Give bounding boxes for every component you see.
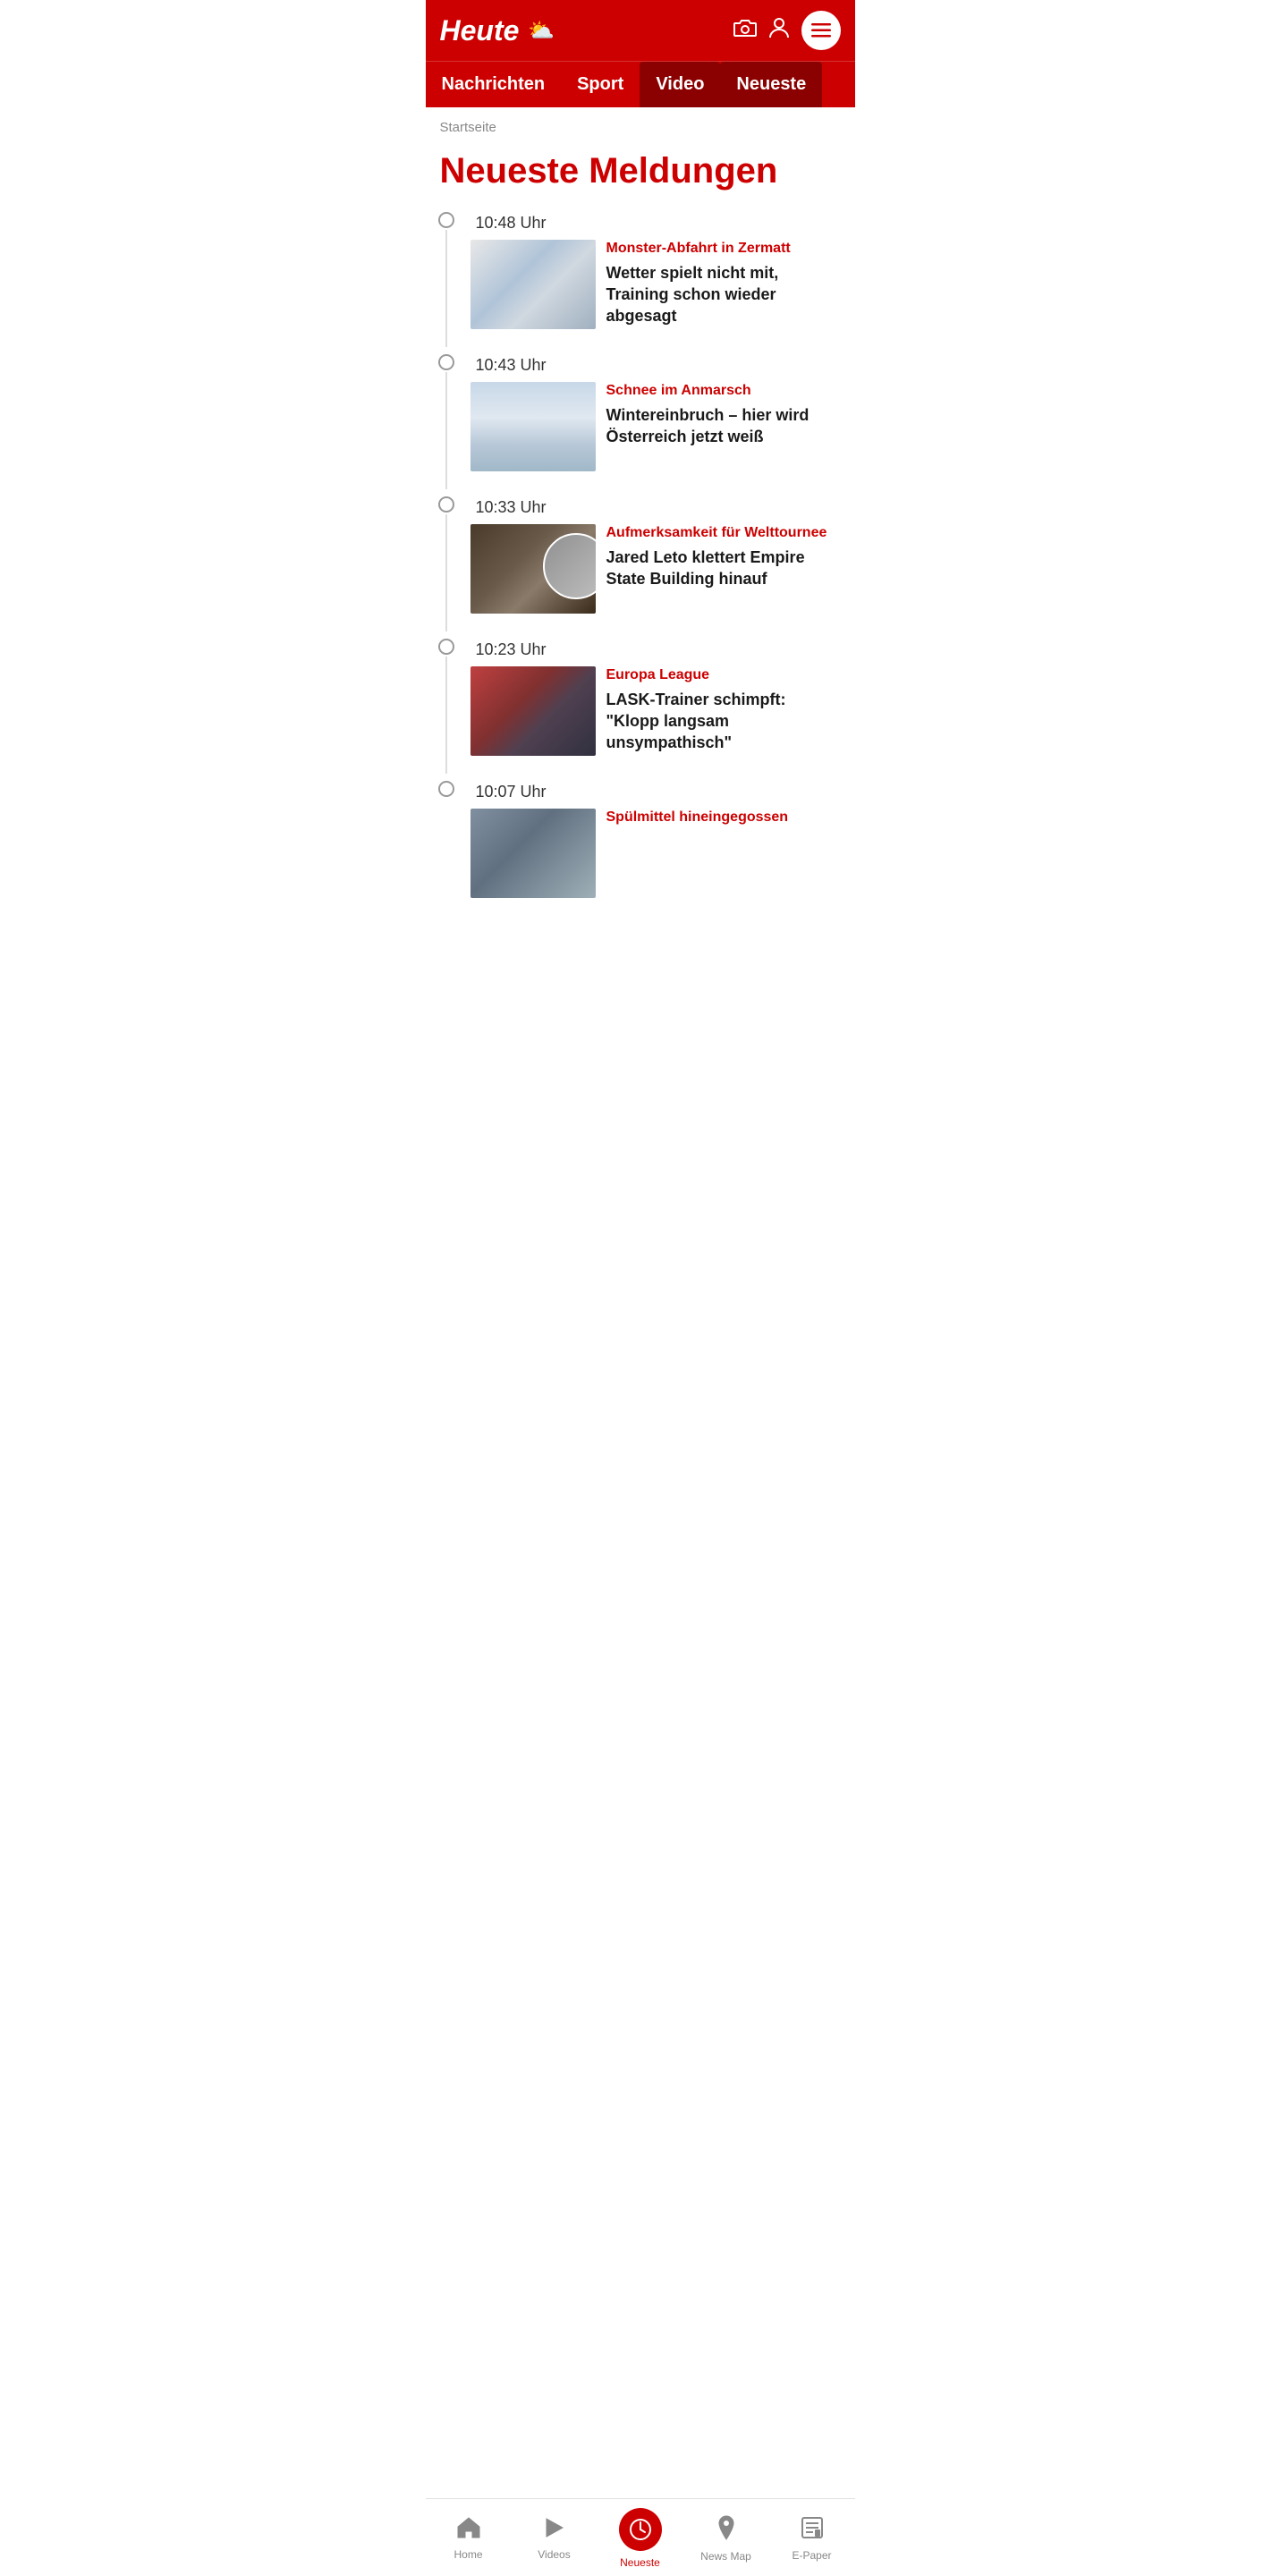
news-card[interactable]: Monster-Abfahrt in Zermatt Wetter spielt… [470,240,855,347]
bottom-nav-neueste-label: Neueste [620,2556,660,2569]
map-pin-icon [716,2515,736,2546]
header-left: Heute ⛅ [440,16,555,45]
timeline-line [445,230,447,347]
news-thumbnail [470,809,596,898]
nav-nachrichten[interactable]: Nachrichten [426,62,562,107]
timeline-item[interactable]: 10:33 Uhr Aufmerksamkeit für Welttournee… [426,496,855,631]
bottom-nav-epaper[interactable]: E-Paper [785,2516,839,2562]
timeline-dot [438,639,454,655]
page-title: Neueste Meldungen [426,142,855,212]
bottom-nav-videos-label: Videos [538,2548,570,2561]
news-content: Spülmittel hineingegossen [606,809,841,831]
nav-video[interactable]: Video [640,62,720,107]
news-headline: Wintereinbruch – hier wird Österreich je… [606,404,841,448]
news-content: Monster-Abfahrt in Zermatt Wetter spielt… [606,240,841,327]
timeline-line [445,657,447,774]
news-content: Schnee im Anmarsch Wintereinbruch – hier… [606,382,841,447]
bottom-nav-newsmap[interactable]: News Map [699,2515,753,2563]
time-row: 10:07 Uhr [470,781,855,801]
bottom-nav-videos[interactable]: Videos [528,2517,581,2561]
time-row: 10:23 Uhr [470,639,855,659]
news-content: Aufmerksamkeit für Welttournee Jared Let… [606,524,841,589]
news-content: Europa League LASK-Trainer schimpft: "Kl… [606,666,841,754]
header-right [733,11,841,50]
bottom-nav-newsmap-label: News Map [700,2550,751,2563]
news-thumbnail [470,524,596,614]
time-label: 10:48 Uhr [476,212,547,233]
timeline-dot [438,496,454,513]
news-card[interactable]: Europa League LASK-Trainer schimpft: "Kl… [470,666,855,774]
news-category: Aufmerksamkeit für Welttournee [606,524,841,543]
time-row: 10:33 Uhr [470,496,855,517]
nav-sport[interactable]: Sport [561,62,640,107]
bottom-nav-epaper-label: E-Paper [792,2549,831,2562]
news-thumbnail [470,240,596,329]
timeline-line [445,372,447,489]
neueste-circle [619,2508,662,2551]
bottom-nav-home[interactable]: Home [442,2517,496,2561]
time-label: 10:43 Uhr [476,354,547,375]
news-card[interactable]: Spülmittel hineingegossen [470,809,855,916]
time-label: 10:23 Uhr [476,639,547,659]
menu-button[interactable] [801,11,841,50]
time-label: 10:33 Uhr [476,496,547,517]
news-category: Spülmittel hineingegossen [606,809,841,827]
camera-icon[interactable] [733,18,757,43]
bottom-nav-home-label: Home [454,2548,482,2561]
cloud-icon: ⛅ [528,18,555,44]
news-category: Monster-Abfahrt in Zermatt [606,240,841,258]
epaper-icon [801,2516,824,2546]
bottom-nav: Home Videos Neueste News Map [426,2498,855,2576]
news-card[interactable]: Aufmerksamkeit für Welttournee Jared Let… [470,524,855,631]
news-category: Schnee im Anmarsch [606,382,841,401]
timeline-item[interactable]: 10:23 Uhr Europa League LASK-Trainer sch… [426,639,855,774]
timeline-line [445,514,447,631]
navbar: Nachrichten Sport Video Neueste [426,61,855,107]
time-row: 10:43 Uhr [470,354,855,375]
bottom-nav-neueste[interactable]: Neueste [614,2508,667,2569]
news-headline: Wetter spielt nicht mit, Training schon … [606,262,841,327]
timeline-item[interactable]: 10:48 Uhr Monster-Abfahrt in Zermatt Wet… [426,212,855,347]
timeline-item[interactable]: 10:43 Uhr Schnee im Anmarsch Wintereinbr… [426,354,855,489]
logo[interactable]: Heute [440,16,520,45]
header: Heute ⛅ [426,0,855,61]
news-thumbnail [470,382,596,471]
user-icon[interactable] [769,17,789,44]
news-card[interactable]: Schnee im Anmarsch Wintereinbruch – hier… [470,382,855,489]
timeline-item[interactable]: 10:07 Uhr Spülmittel hineingegossen [426,781,855,916]
timeline-dot [438,781,454,797]
timeline-dot [438,354,454,370]
breadcrumb: Startseite [426,107,855,142]
time-label: 10:07 Uhr [476,781,547,801]
news-category: Europa League [606,666,841,685]
news-list: 10:48 Uhr Monster-Abfahrt in Zermatt Wet… [426,212,855,1013]
nav-neueste[interactable]: Neueste [720,62,822,107]
news-headline: LASK-Trainer schimpft: "Klopp langsam un… [606,689,841,754]
play-icon [545,2517,564,2545]
news-thumbnail [470,666,596,756]
time-row: 10:48 Uhr [470,212,855,233]
home-icon [457,2517,480,2545]
timeline-dot [438,212,454,228]
news-headline: Jared Leto klettert Empire State Buildin… [606,547,841,590]
